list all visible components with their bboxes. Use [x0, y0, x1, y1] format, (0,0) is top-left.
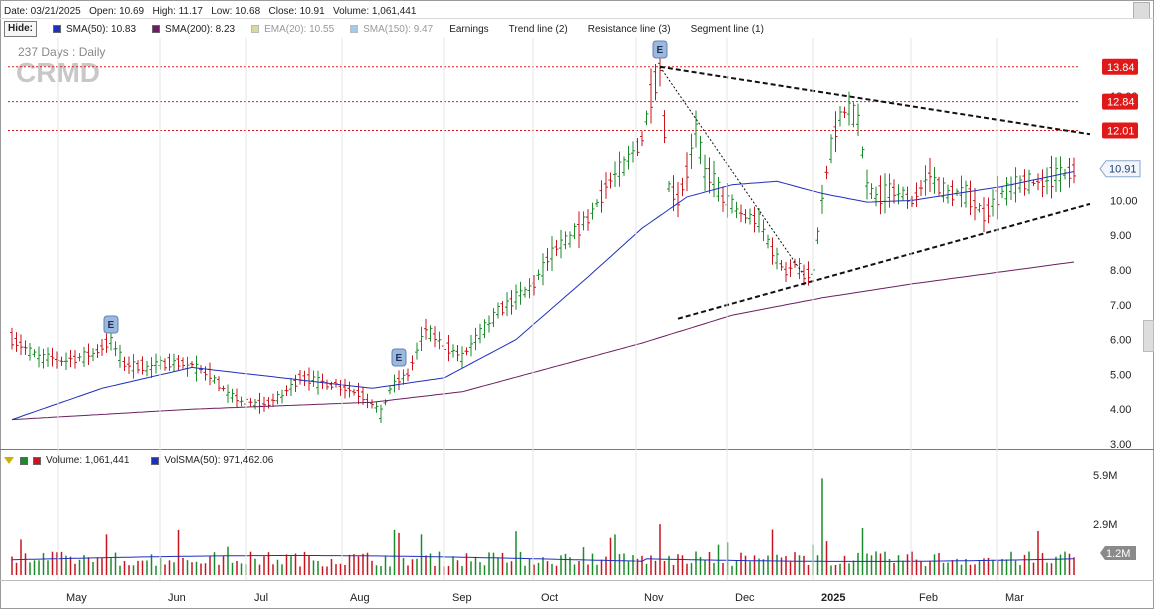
volume-axis-label: 5.9M	[1093, 470, 1117, 482]
y-tick-label: 5.00	[1110, 369, 1131, 381]
x-month-label: Mar	[1005, 592, 1024, 604]
volume-legend: Volume: 1,061,441 VolSMA(50): 971,462.06	[4, 455, 273, 466]
volume-label: Volume: 1,061,441	[46, 455, 130, 466]
sma50-line	[11, 171, 1075, 421]
lower-trend-line	[677, 202, 1091, 320]
segment-line	[659, 66, 805, 276]
x-month-label: Jul	[254, 592, 268, 604]
x-month-label: Sep	[452, 592, 472, 604]
resistance-price-label: 13.84	[1107, 62, 1135, 74]
y-tick-label: 9.00	[1110, 230, 1131, 242]
earnings-marker-label: E	[396, 353, 403, 364]
side-panel-toggle[interactable]	[1143, 320, 1154, 352]
earnings-marker-label: E	[108, 320, 115, 331]
volume-up-swatch	[20, 456, 28, 465]
x-month-label: Jun	[168, 592, 186, 604]
x-month-label: 2025	[821, 592, 845, 604]
earnings-marker-label: E	[657, 45, 664, 56]
resistance-price-label: 12.01	[1107, 125, 1135, 137]
volume-axis-label: 2.9M	[1093, 519, 1117, 531]
y-tick-label: 4.00	[1110, 404, 1131, 416]
x-month-label: Nov	[644, 592, 664, 604]
volsma-tag-label: 1.2M	[1106, 548, 1130, 560]
y-tick-label: 6.00	[1110, 335, 1131, 347]
volume-down-swatch	[33, 456, 41, 465]
last-close-label: 10.91	[1109, 164, 1137, 176]
y-tick-label: 7.00	[1110, 300, 1131, 312]
price-chart[interactable]: 3.004.005.006.007.008.009.0010.0011.0012…	[0, 0, 1154, 609]
x-month-label: Dec	[735, 592, 755, 604]
y-tick-label: 10.00	[1110, 195, 1138, 207]
volsma-swatch	[151, 456, 160, 465]
upper-trend-line	[659, 65, 1091, 136]
x-month-label: May	[66, 592, 87, 604]
x-month-label: Oct	[541, 592, 558, 604]
resistance-price-label: 12.84	[1107, 97, 1135, 109]
volume-menu-icon[interactable]	[4, 457, 14, 464]
sma200-line	[11, 261, 1075, 421]
volsma-label: VolSMA(50): 971,462.06	[164, 455, 274, 466]
x-month-label: Aug	[350, 592, 370, 604]
x-month-label: Feb	[919, 592, 938, 604]
y-tick-label: 8.00	[1110, 265, 1131, 277]
y-tick-label: 3.00	[1110, 439, 1131, 451]
